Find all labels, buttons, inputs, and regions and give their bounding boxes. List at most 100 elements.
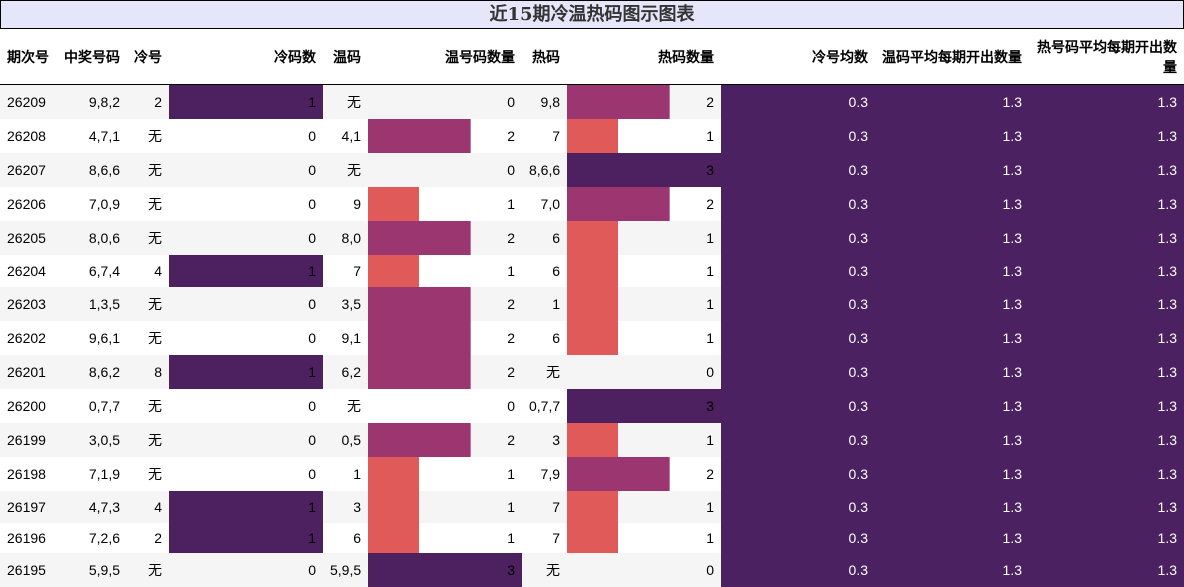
cell-period: 26197 — [0, 490, 56, 523]
cell-hot-numbers: 6 — [522, 254, 567, 287]
table-row: 26198 7,1,9 无 0 1 1 7,9 2 0.3 1.3 1.3 — [0, 456, 1184, 491]
cell-hot-numbers: 7,0 — [522, 186, 567, 221]
cell-cold-numbers: 无 — [127, 552, 169, 587]
cell-warm-avg: 1.3 — [875, 490, 1029, 523]
cell-warm-avg: 1.3 — [875, 388, 1029, 423]
cell-cold-count: 0 — [169, 186, 323, 221]
cell-warm-avg: 1.3 — [875, 254, 1029, 287]
cell-warm-count: 0 — [368, 388, 522, 423]
cell-cold-count: 0 — [169, 320, 323, 355]
cell-hot-count: 3 — [567, 388, 721, 423]
cell-cold-numbers: 2 — [127, 522, 169, 553]
cell-warm-count: 2 — [368, 320, 522, 355]
cell-cold-count: 0 — [169, 286, 323, 321]
cell-warm-numbers: 3 — [323, 490, 368, 523]
header-row: 期次号 中奖号码 冷号 冷码数 温码 温号码数量 热码 热码数量 冷号均数 温码… — [0, 30, 1184, 85]
cell-hot-avg: 1.3 — [1029, 118, 1184, 153]
col-header-hot-avg[interactable]: 热号码平均每期开出数量 — [1029, 30, 1184, 85]
cell-winning-numbers: 3,0,5 — [56, 422, 127, 457]
cell-warm-numbers: 8,0 — [323, 220, 368, 255]
col-header-hot-count[interactable]: 热码数量 — [567, 30, 721, 85]
cell-warm-avg: 1.3 — [875, 354, 1029, 389]
cell-warm-numbers: 3,5 — [323, 286, 368, 321]
table-row: 26203 1,3,5 无 0 3,5 2 1 1 0.3 1.3 1.3 — [0, 286, 1184, 321]
cell-cold-avg: 0.3 — [721, 254, 875, 287]
cell-cold-numbers: 4 — [127, 254, 169, 287]
cell-winning-numbers: 9,6,1 — [56, 320, 127, 355]
page-title: 近15期冷温热码图示图表 — [0, 0, 1184, 29]
cell-cold-count: 1 — [169, 522, 323, 553]
cell-warm-numbers: 无 — [323, 388, 368, 423]
cell-period: 26201 — [0, 354, 56, 389]
cell-warm-avg: 1.3 — [875, 320, 1029, 355]
cell-winning-numbers: 8,0,6 — [56, 220, 127, 255]
table-row: 26197 4,7,3 4 1 3 1 7 1 0.3 1.3 1.3 — [0, 490, 1184, 523]
cell-cold-numbers: 无 — [127, 456, 169, 491]
cell-winning-numbers: 0,7,7 — [56, 388, 127, 423]
cell-cold-count: 0 — [169, 422, 323, 457]
col-header-cold[interactable]: 冷号 — [127, 30, 169, 85]
cell-cold-count: 0 — [169, 456, 323, 491]
cell-warm-avg: 1.3 — [875, 220, 1029, 255]
col-header-warm-avg[interactable]: 温码平均每期开出数量 — [875, 30, 1029, 85]
col-header-winning[interactable]: 中奖号码 — [56, 30, 127, 85]
cell-cold-avg: 0.3 — [721, 522, 875, 553]
table-row: 26201 8,6,2 8 1 6,2 2 无 0 0.3 1.3 1.3 — [0, 354, 1184, 389]
cell-warm-avg: 1.3 — [875, 118, 1029, 153]
cell-hot-count: 1 — [567, 320, 721, 355]
col-header-period[interactable]: 期次号 — [0, 30, 56, 85]
cell-warm-numbers: 无 — [323, 152, 368, 187]
cell-cold-numbers: 8 — [127, 354, 169, 389]
cell-period: 26199 — [0, 422, 56, 457]
cell-warm-count: 1 — [368, 186, 522, 221]
cell-winning-numbers: 5,9,5 — [56, 552, 127, 587]
cell-winning-numbers: 4,7,3 — [56, 490, 127, 523]
table-row: 26206 7,0,9 无 0 9 1 7,0 2 0.3 1.3 1.3 — [0, 186, 1184, 221]
col-header-cold-count[interactable]: 冷码数 — [169, 30, 323, 85]
cell-warm-numbers: 5,9,5 — [323, 552, 368, 587]
cell-hot-count: 1 — [567, 522, 721, 553]
cell-winning-numbers: 7,1,9 — [56, 456, 127, 491]
cell-warm-numbers: 7 — [323, 254, 368, 287]
cell-hot-count: 2 — [567, 186, 721, 221]
cell-cold-numbers: 4 — [127, 490, 169, 523]
cell-hot-numbers: 1 — [522, 286, 567, 321]
cell-period: 26207 — [0, 152, 56, 187]
cell-hot-numbers: 8,6,6 — [522, 152, 567, 187]
cell-hot-numbers: 3 — [522, 422, 567, 457]
cell-warm-numbers: 9 — [323, 186, 368, 221]
cell-warm-avg: 1.3 — [875, 552, 1029, 587]
cell-hot-numbers: 无 — [522, 354, 567, 389]
cell-winning-numbers: 8,6,6 — [56, 152, 127, 187]
cell-warm-numbers: 6 — [323, 522, 368, 553]
cell-hot-avg: 1.3 — [1029, 220, 1184, 255]
cell-warm-count: 2 — [368, 354, 522, 389]
cell-cold-numbers: 无 — [127, 320, 169, 355]
col-header-cold-avg[interactable]: 冷号均数 — [721, 30, 875, 85]
cell-period: 26206 — [0, 186, 56, 221]
cell-hot-count: 2 — [567, 84, 721, 119]
cell-winning-numbers: 7,2,6 — [56, 522, 127, 553]
cell-warm-avg: 1.3 — [875, 186, 1029, 221]
cell-cold-count: 0 — [169, 552, 323, 587]
col-header-hot[interactable]: 热码 — [522, 30, 567, 85]
col-header-warm-count[interactable]: 温号码数量 — [368, 30, 522, 85]
cell-warm-count: 2 — [368, 286, 522, 321]
cell-warm-count: 3 — [368, 552, 522, 587]
table-row: 26205 8,0,6 无 0 8,0 2 6 1 0.3 1.3 1.3 — [0, 220, 1184, 255]
col-header-warm[interactable]: 温码 — [323, 30, 368, 85]
cell-period: 26209 — [0, 84, 56, 119]
cell-warm-avg: 1.3 — [875, 84, 1029, 119]
cell-period: 26200 — [0, 388, 56, 423]
cell-hot-avg: 1.3 — [1029, 152, 1184, 187]
table-row: 26200 0,7,7 无 0 无 0 0,7,7 3 0.3 1.3 1.3 — [0, 388, 1184, 423]
cell-winning-numbers: 7,0,9 — [56, 186, 127, 221]
cell-warm-avg: 1.3 — [875, 456, 1029, 491]
cell-winning-numbers: 8,6,2 — [56, 354, 127, 389]
cell-hot-count: 1 — [567, 254, 721, 287]
cell-period: 26195 — [0, 552, 56, 587]
cell-hot-avg: 1.3 — [1029, 286, 1184, 321]
cell-warm-numbers: 9,1 — [323, 320, 368, 355]
cell-period: 26198 — [0, 456, 56, 491]
cell-cold-numbers: 无 — [127, 422, 169, 457]
